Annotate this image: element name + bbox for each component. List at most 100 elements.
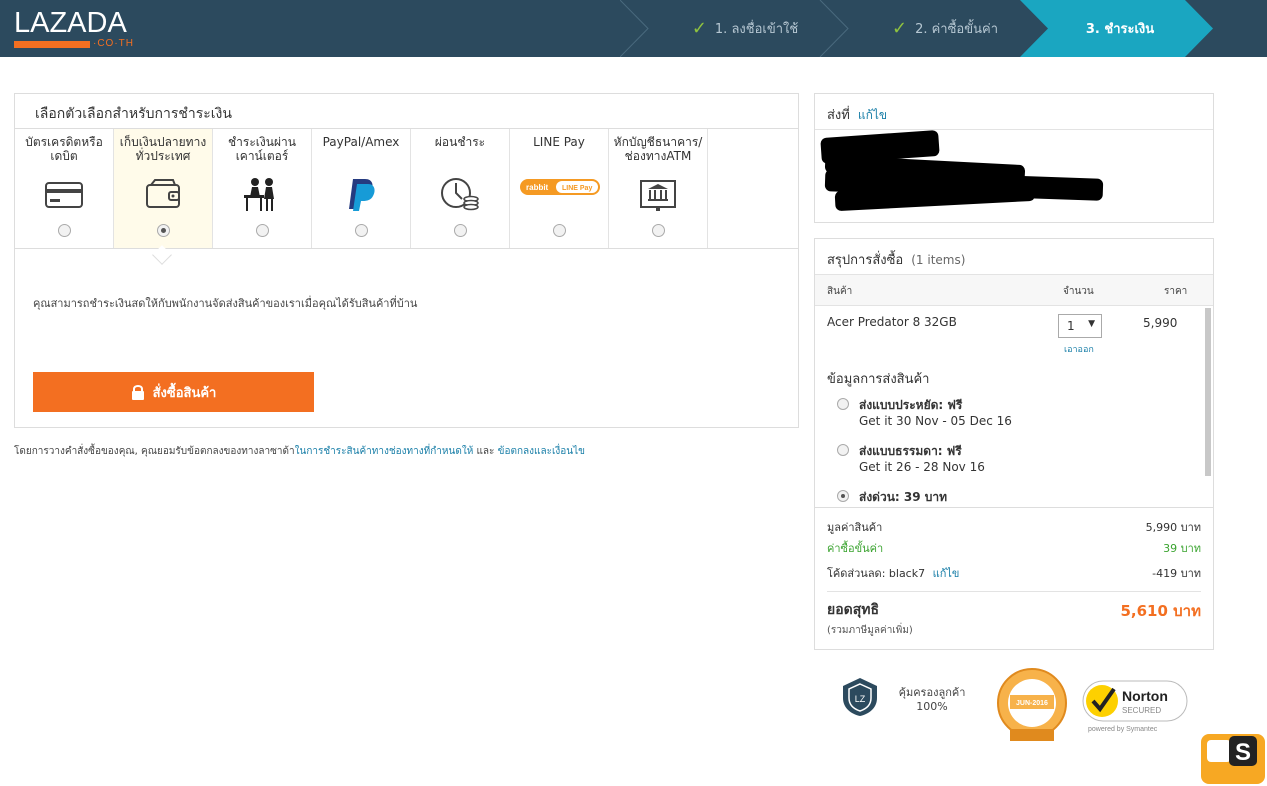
line-pay-icon: rabbit LINE Pay — [520, 179, 600, 195]
payment-radio[interactable] — [454, 224, 467, 237]
order-summary-panel: สรุปการสั่งซื้อ (1 items) สินค้า จำนวน รา… — [814, 238, 1214, 650]
total-vat-note: (รวมภาษีมูลค่าเพิ่ม) — [827, 625, 913, 636]
credit-card-icon — [45, 182, 83, 208]
chevron-down-icon: ▼ — [1088, 319, 1095, 329]
col-qty: จำนวน — [1063, 286, 1094, 297]
step-login: ✓ 1. ลงชื่อเข้าใช้ — [670, 0, 820, 57]
payment-method-credit-card[interactable]: บัตรเครดิตหรือ เดบิต — [15, 129, 114, 249]
shipping-fee-value: 39 บาท — [1163, 542, 1201, 555]
divider — [15, 248, 798, 249]
shipping-address-panel: ส่งที่ แก้ไข — [814, 93, 1214, 223]
payment-radio[interactable] — [157, 224, 170, 237]
buyer-protection-text: คุ้มครองลูกค้า 100% — [895, 686, 969, 714]
svg-text:JUN-2016: JUN-2016 — [1016, 700, 1048, 707]
step-login-label: 1. ลงชื่อเข้าใช้ — [714, 22, 799, 37]
payment-method-cod[interactable]: เก็บเงินปลายทาง ทั่วประเทศ — [114, 129, 213, 249]
method-label: เก็บเงินปลายทาง ทั่วประเทศ — [119, 135, 207, 163]
svg-text:rabbit: rabbit — [526, 183, 549, 192]
method-label: ชำระเงินผ่าน เคาน์เตอร์ — [228, 135, 296, 163]
shipping-radio[interactable] — [837, 444, 849, 456]
payment-radio[interactable] — [652, 224, 665, 237]
payment-radio[interactable] — [256, 224, 269, 237]
payment-radio[interactable] — [58, 224, 71, 237]
quantity-select[interactable]: 1 ▼ — [1058, 314, 1102, 338]
method-label: ผ่อนชำระ — [434, 135, 486, 149]
payment-method-bank[interactable]: หักบัญชีธนาคาร/ ช่องทางATM — [609, 129, 708, 249]
step-shipping-label: 2. ค่าซื้อขั้นค่า — [915, 22, 999, 37]
method-label: บัตรเครดิตหรือ เดบิต — [25, 135, 103, 163]
svg-text:powered by Symantec: powered by Symantec — [1088, 726, 1158, 733]
summary-table-header: สินค้า จำนวน ราคา — [815, 274, 1213, 306]
terms-conditions-link[interactable]: ข้อตกลงและเงื่อนไข — [498, 446, 585, 457]
scrollbar[interactable] — [1205, 308, 1211, 476]
step-payment: 3. ชำระเงิน — [1050, 0, 1190, 57]
payment-terms-link[interactable]: ในการชำระสินค้าทางช่องทางที่กำหนดให้ — [295, 446, 474, 457]
paypal-icon — [349, 179, 375, 211]
payment-radio[interactable] — [355, 224, 368, 237]
check-icon: ✓ — [691, 18, 707, 39]
payment-radio[interactable] — [553, 224, 566, 237]
shipping-title-text: ส่งที่ — [827, 108, 850, 123]
top-header: LAZADA ·CO·TH ✓ 1. ลงชื่อเข้าใช้ ✓ 2. ค่… — [0, 0, 1267, 57]
payment-options-panel: เลือกตัวเลือกสำหรับการชำระเงิน บัตรเครดิ… — [14, 93, 799, 428]
shipping-fee-label: ค่าซื้อขั้นค่า — [827, 542, 884, 555]
shipping-radio[interactable] — [837, 398, 849, 410]
payment-method-line-pay[interactable]: LINE Pay rabbit LINE Pay — [510, 129, 609, 249]
installment-icon — [441, 178, 479, 211]
summary-items-scroll[interactable]: Acer Predator 8 32GB 1 ▼ เอาออก 5,990 ข้… — [815, 306, 1213, 506]
payment-method-paypal[interactable]: PayPal/Amex — [312, 129, 411, 249]
step-payment-label: 3. ชำระเงิน — [1085, 22, 1155, 37]
payment-method-counter[interactable]: ชำระเงินผ่าน เคาน์เตอร์ — [213, 129, 312, 249]
discount-value: -419 บาท — [1152, 567, 1201, 580]
method-label: LINE Pay — [533, 135, 585, 149]
svg-text:SECURED: SECURED — [1122, 706, 1161, 715]
shipping-info-title: ข้อมูลการส่งสินค้า — [827, 372, 930, 387]
pci-dss-badge-icon[interactable]: JUN-2016 — [996, 667, 1068, 745]
method-label: หักบัญชีธนาคาร/ ช่องทางATM — [613, 135, 703, 163]
subtotal-value: 5,990 บาท — [1145, 521, 1201, 534]
subtotal-label: มูลค่าสินค้า — [827, 521, 883, 534]
guarantee-line1: คุ้มครองลูกค้า — [898, 686, 966, 699]
lazada-logo[interactable]: LAZADA ·CO·TH — [14, 8, 140, 52]
shipping-option-title: ส่งแบบธรรมดา: ฟรี — [859, 444, 962, 458]
payment-methods: บัตรเครดิตหรือ เดบิต เก็บเงินปลายทาง ทั่… — [15, 129, 708, 249]
payment-method-installment[interactable]: ผ่อนชำระ — [411, 129, 510, 249]
place-order-button[interactable]: สั่งซื้อสินค้า — [33, 372, 314, 412]
shipping-option-date: Get it 26 - 28 Nov 16 — [859, 460, 985, 474]
quantity-value: 1 — [1067, 319, 1075, 333]
discount-label: โค้ดส่วนลด: black7 — [827, 567, 926, 580]
edit-discount-link[interactable]: แก้ไข — [933, 567, 960, 580]
payment-panel-title: เลือกตัวเลือกสำหรับการชำระเงิน — [35, 106, 232, 122]
svg-text:LINE Pay: LINE Pay — [562, 185, 592, 192]
step-shipping: ✓ 2. ค่าซื้อขั้นค่า — [870, 0, 1020, 57]
method-label: PayPal/Amex — [322, 135, 400, 149]
svg-text:S: S — [1235, 739, 1251, 766]
place-order-label: สั่งซื้อสินค้า — [152, 385, 217, 401]
norton-secured-badge-icon[interactable]: Norton SECURED powered by Symantec — [1082, 680, 1188, 736]
item-count: (1 items) — [911, 253, 966, 267]
terms-prefix: โดยการวางคำสั่งซื้อของคุณ, คุณยอมรับข้อต… — [14, 446, 295, 457]
item-name: Acer Predator 8 32GB — [827, 315, 957, 329]
lock-icon — [131, 385, 144, 400]
bank-icon — [640, 180, 676, 211]
order-totals: มูลค่าสินค้า 5,990 บาท ค่าซื้อขั้นค่า 39… — [815, 507, 1213, 580]
terms-text: โดยการวางคำสั่งซื้อของคุณ, คุณยอมรับข้อต… — [14, 444, 585, 459]
divider — [815, 129, 1213, 130]
discount-row: โค้ดส่วนลด: black7 แก้ไข -419 บาท — [827, 564, 1201, 582]
summary-title-text: สรุปการสั่งซื้อ — [827, 253, 904, 268]
grand-total: ยอดสุทธิ (รวมภาษีมูลค่าเพิ่ม) 5,610 บาท — [827, 599, 1201, 638]
edit-address-link[interactable]: แก้ไข — [858, 108, 887, 122]
wallet-icon — [146, 179, 180, 208]
col-product: สินค้า — [827, 286, 853, 297]
col-price: ราคา — [1164, 286, 1188, 297]
shipping-radio[interactable] — [837, 490, 849, 502]
logo-bar — [14, 41, 90, 48]
logo-sub: ·CO·TH — [93, 38, 134, 49]
remove-item-link[interactable]: เอาออก — [1064, 342, 1094, 356]
shipping-option-title: ส่งแบบประหยัด: ฟรี — [859, 398, 963, 412]
shipping-fee-row: ค่าซื้อขั้นค่า 39 บาท — [827, 539, 1201, 557]
terms-and: และ — [473, 446, 498, 457]
guarantee-line2: 100% — [916, 700, 948, 713]
logo-text: LAZADA — [14, 7, 127, 39]
summary-title: สรุปการสั่งซื้อ (1 items) — [827, 249, 965, 270]
